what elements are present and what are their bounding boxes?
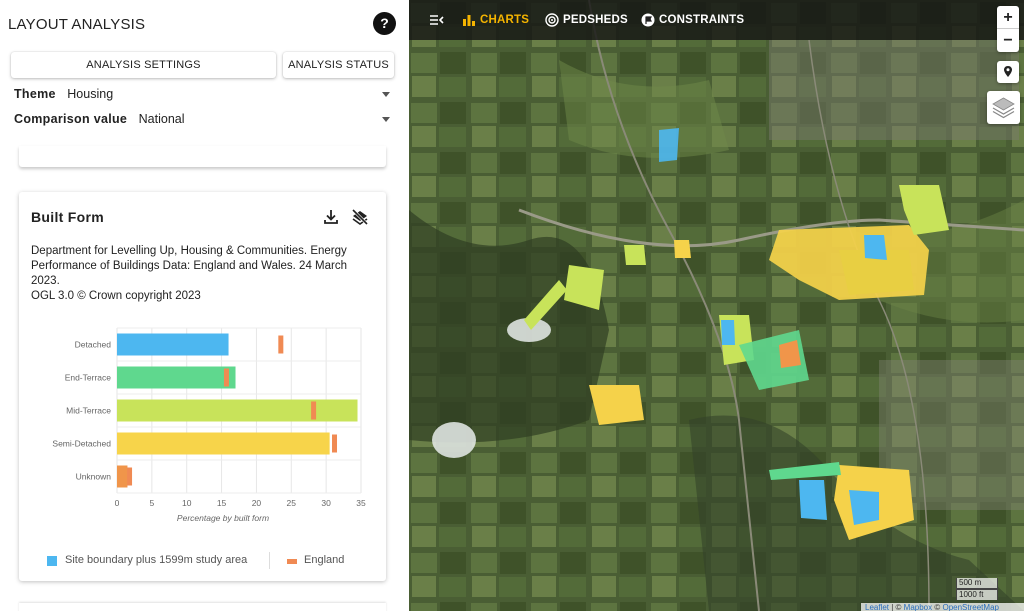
x-tick-label: 20 [252, 498, 262, 508]
analysis-settings-button[interactable]: ANALYSIS SETTINGS [11, 52, 276, 78]
source-line: Department for Levelling Up, Housing & C… [31, 245, 347, 287]
osm-link[interactable]: OpenStreetMap [942, 603, 998, 611]
flag-icon [641, 13, 655, 27]
legend-swatch-site [47, 556, 57, 566]
license-line: OGL 3.0 © Crown copyright 2023 [31, 290, 201, 302]
x-axis-title: Percentage by built form [177, 513, 269, 523]
map-scale: 500 m 1000 ft [956, 578, 998, 600]
theme-label: Theme [14, 87, 56, 101]
data-source: Department for Levelling Up, Housing & C… [31, 244, 371, 304]
england-marker [278, 335, 284, 354]
leaflet-link[interactable]: Leaflet [865, 603, 889, 611]
theme-value[interactable]: Housing [67, 87, 113, 101]
card-title: Built Form [31, 209, 104, 225]
built-form-chart: 0 5 10 15 20 25 30 35 Detached End-Terrace Mid-Ter… [52, 327, 366, 523]
x-tick-label: 0 [115, 498, 120, 508]
bar [117, 333, 229, 356]
legend-label-england[interactable]: England [304, 554, 344, 566]
category-label: Unknown [76, 472, 112, 482]
bar [117, 432, 330, 455]
chevron-down-icon[interactable] [382, 117, 390, 122]
theme-select[interactable]: Theme Housing [14, 87, 392, 107]
scale-metric: 500 m [956, 578, 998, 589]
attribution-separator: | © [889, 603, 904, 611]
england-marker [311, 401, 317, 420]
category-label: Semi-Detached [52, 439, 111, 449]
next-card [19, 603, 386, 611]
pedshed-icon [545, 13, 559, 27]
map-attribution: Leaflet | © Mapbox © OpenStreetMap [861, 603, 1024, 611]
attribution-separator: © [932, 603, 943, 611]
comparison-value[interactable]: National [139, 112, 185, 126]
x-tick-label: 35 [356, 498, 366, 508]
analysis-status-button[interactable]: ANALYSIS STATUS [283, 52, 394, 78]
collapse-panel-icon[interactable] [429, 13, 444, 27]
layers-icon [992, 97, 1015, 119]
layers-off-icon[interactable] [351, 208, 369, 226]
layers-button[interactable] [987, 91, 1020, 124]
analysis-panel: LAYOUT ANALYSIS ? ANALYSIS SETTINGS ANAL… [0, 0, 409, 611]
england-marker [223, 368, 229, 387]
england-marker [332, 434, 338, 453]
download-icon[interactable] [322, 208, 340, 226]
locate-button[interactable] [997, 61, 1019, 83]
bar-chart-icon [463, 15, 475, 26]
category-label: End-Terrace [65, 373, 112, 383]
legend-divider [269, 552, 270, 569]
zoom-control: + − [997, 6, 1019, 52]
comparison-select[interactable]: Comparison value National [14, 112, 392, 132]
panel-title: LAYOUT ANALYSIS [8, 16, 146, 33]
england-marker [127, 467, 133, 486]
category-label: Mid-Terrace [66, 406, 111, 416]
tab-constraints-label: CONSTRAINTS [659, 14, 745, 26]
map-pin-icon [1004, 66, 1012, 77]
map-imagery[interactable] [409, 0, 1024, 611]
tab-charts-label: CHARTS [480, 14, 530, 26]
bar [117, 366, 236, 389]
comparison-label: Comparison value [14, 112, 128, 126]
scale-imperial: 1000 ft [956, 589, 998, 600]
satellite-map[interactable]: CHARTS PEDSHEDS CONSTRAINTS + − 500 m 10… [409, 0, 1024, 611]
legend-swatch-england [287, 559, 297, 564]
x-tick-label: 15 [217, 498, 227, 508]
zoom-in-button[interactable]: + [997, 6, 1019, 29]
x-tick-label: 5 [149, 498, 154, 508]
bar [117, 465, 128, 488]
help-button[interactable]: ? [373, 12, 396, 35]
mapbox-link[interactable]: Mapbox [904, 603, 932, 611]
chevron-down-icon[interactable] [382, 92, 390, 97]
map-toolbar: CHARTS PEDSHEDS CONSTRAINTS [409, 0, 1024, 40]
x-tick-label: 25 [287, 498, 297, 508]
bar [117, 399, 358, 422]
built-form-card: Built Form Department for Levelling Up, … [19, 192, 386, 581]
chart-legend: Site boundary plus 1599m study area Engl… [47, 552, 367, 570]
legend-label-site[interactable]: Site boundary plus 1599m study area [65, 554, 247, 566]
category-label: Detached [75, 340, 112, 350]
x-tick-label: 10 [182, 498, 192, 508]
zoom-out-button[interactable]: − [997, 29, 1019, 52]
previous-card [19, 146, 386, 167]
tab-pedsheds-label: PEDSHEDS [563, 14, 628, 26]
x-tick-label: 30 [321, 498, 331, 508]
